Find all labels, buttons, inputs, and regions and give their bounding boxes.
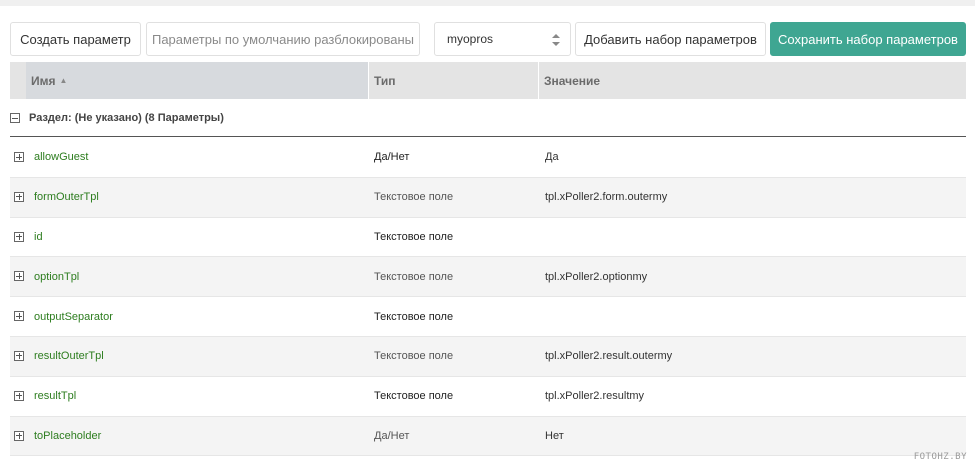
column-header-name-label: Имя [31,73,56,88]
watermark: FOTOHZ.BY [913,452,967,462]
param-value[interactable]: Нет [545,417,564,456]
expand-icon[interactable] [14,430,24,441]
parameter-rows: allowGuest Да/Нет Да formOuterTpl Тексто… [10,138,966,457]
parameter-set-select-value: myopros [447,32,494,46]
column-header-type-label: Тип [374,73,396,88]
param-type: Текстовое поле [374,310,454,323]
param-name: toPlaceholder [34,429,102,442]
table-row[interactable]: id Текстовое поле [10,218,966,258]
sort-ascending-icon: ▲ [59,76,68,85]
param-value[interactable]: tpl.xPoller2.form.outermy [545,178,667,217]
param-type: Да/Нет [374,151,410,164]
param-name: formOuterTpl [34,191,99,204]
table-row[interactable]: allowGuest Да/Нет Да [10,138,966,178]
param-value[interactable]: Да [545,138,559,177]
column-header-name[interactable]: Имя ▲ [26,62,368,99]
expand-icon[interactable] [14,311,24,322]
expand-icon[interactable] [14,152,24,162]
expander-column-header [10,62,26,99]
param-type: Текстовое поле [374,270,454,283]
expand-icon[interactable] [14,231,24,242]
column-header-type[interactable]: Тип [369,62,538,99]
table-row[interactable]: optionTpl Текстовое поле tpl.xPoller2.op… [10,257,966,298]
save-parameter-set-button[interactable]: Сохранить набор параметров [770,22,966,56]
param-type: Текстовое поле [374,350,454,363]
defaults-unlocked-button[interactable]: Параметры по умолчанию разблокированы [146,22,420,56]
column-header-value[interactable]: Значение [539,62,966,99]
select-arrows-icon [552,34,560,46]
expand-icon[interactable] [14,271,24,282]
table-row[interactable]: resultTpl Текстовое поле tpl.xPoller2.re… [10,377,966,417]
param-type: Да/Нет [374,429,410,442]
param-type: Текстовое поле [374,230,454,243]
parameter-set-select[interactable]: myopros [434,22,571,56]
expand-icon[interactable] [14,350,24,361]
param-value[interactable]: tpl.xPoller2.optionmy [545,257,647,296]
expand-icon[interactable] [14,390,24,401]
table-row[interactable]: resultOuterTpl Текстовое поле tpl.xPolle… [10,336,966,377]
group-row[interactable]: Раздел: (Не указано) (8 Параметры) [10,100,966,137]
param-type: Текстовое поле [374,390,454,403]
grid-header: Имя ▲ Тип Значение [10,62,966,99]
table-row[interactable]: toPlaceholder Да/Нет Нет [10,416,966,457]
param-value[interactable]: tpl.xPoller2.result.outermy [545,337,672,376]
top-strip [0,0,975,6]
param-name: resultOuterTpl [34,350,104,363]
param-name: id [34,230,43,243]
table-row[interactable]: outputSeparator Текстовое поле [10,297,966,337]
group-label: Раздел: (Не указано) (8 Параметры) [29,112,224,124]
param-name: allowGuest [34,151,89,164]
param-name: optionTpl [34,270,80,283]
collapse-icon[interactable] [10,113,20,123]
column-header-value-label: Значение [544,73,601,88]
param-type: Текстовое поле [374,191,454,204]
param-value[interactable]: tpl.xPoller2.resultmy [545,377,644,416]
param-name: resultTpl [34,390,77,403]
table-row[interactable]: formOuterTpl Текстовое поле tpl.xPoller2… [10,177,966,218]
param-name: outputSeparator [34,310,113,323]
expand-icon[interactable] [14,191,24,202]
add-parameter-set-button[interactable]: Добавить набор параметров [575,22,766,56]
create-parameter-button[interactable]: Создать параметр [10,22,141,56]
